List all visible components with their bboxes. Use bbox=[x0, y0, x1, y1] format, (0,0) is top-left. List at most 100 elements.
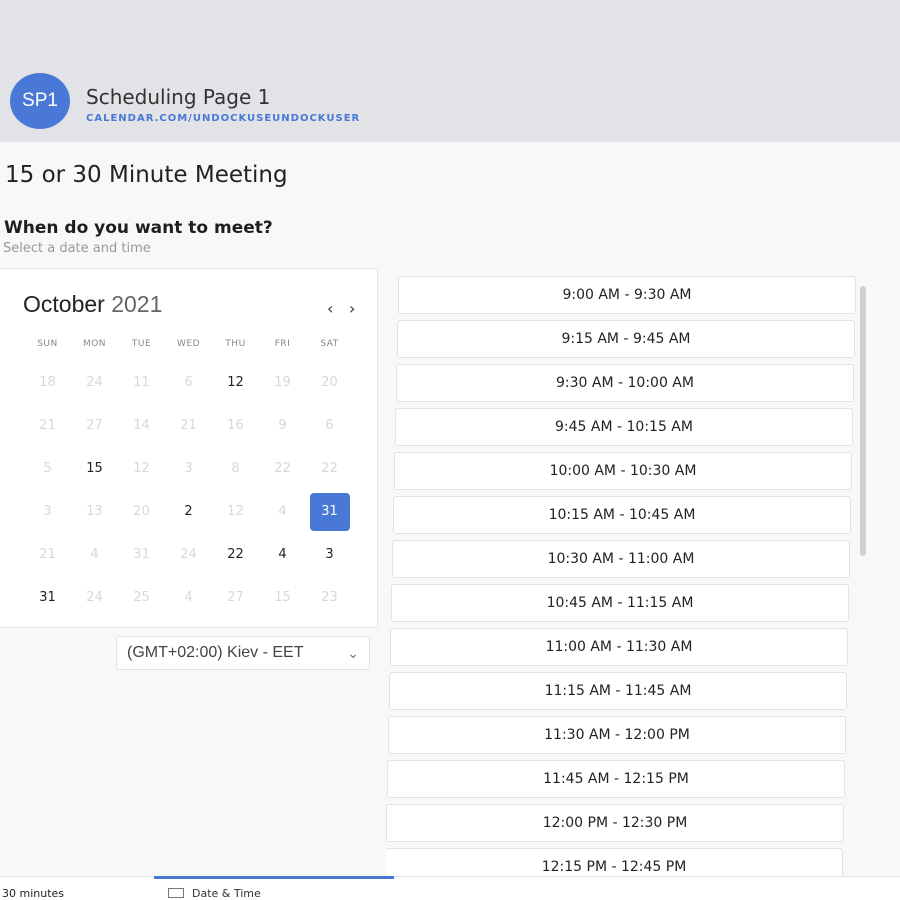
calendar-day-number: 16 bbox=[227, 418, 244, 433]
time-slot-button[interactable]: 9:30 AM - 10:00 AM bbox=[396, 364, 854, 402]
step-label: Date & Time bbox=[192, 887, 261, 900]
meeting-duration: 30 minutes bbox=[2, 887, 65, 900]
calendar-day-number: 4 bbox=[278, 547, 287, 562]
calendar-year: 2021 bbox=[111, 291, 163, 317]
time-slot-button[interactable]: 11:30 AM - 12:00 PM bbox=[388, 716, 846, 754]
calendar-day: 3 bbox=[165, 449, 212, 489]
calendar-day[interactable]: 22 bbox=[212, 535, 259, 575]
meeting-subprompt: Select a date and time bbox=[3, 241, 151, 256]
calendar-day[interactable]: 4 bbox=[259, 535, 306, 575]
chevron-right-icon[interactable]: › bbox=[349, 299, 355, 318]
calendar-day-number: 6 bbox=[184, 375, 193, 390]
calendar-day: 27 bbox=[212, 578, 259, 618]
calendar-day: 20 bbox=[118, 492, 165, 532]
calendar-day-number: 20 bbox=[133, 504, 150, 519]
time-slot-button[interactable]: 11:45 AM - 12:15 PM bbox=[387, 760, 845, 798]
calendar-day: 6 bbox=[165, 363, 212, 403]
calendar-day: 21 bbox=[165, 406, 212, 446]
calendar-day-number: 25 bbox=[133, 590, 150, 605]
calendar-day[interactable]: 15 bbox=[71, 449, 118, 489]
page-title: Scheduling Page 1 bbox=[86, 85, 271, 109]
calendar-day-number: 22 bbox=[321, 461, 338, 476]
calendar-day-number: 31 bbox=[39, 590, 56, 605]
calendar-day-number: 2 bbox=[184, 504, 193, 519]
weekday-label: THU bbox=[225, 339, 246, 349]
step-date-time[interactable]: Date & Time bbox=[168, 887, 261, 900]
avatar: SP1 bbox=[10, 73, 70, 129]
calendar-day-number: 9 bbox=[278, 418, 287, 433]
calendar-day: 15 bbox=[259, 578, 306, 618]
calendar-day: 14 bbox=[118, 406, 165, 446]
calendar-day-number: 15 bbox=[274, 590, 291, 605]
calendar-day-number: 3 bbox=[184, 461, 193, 476]
calendar-day: 25 bbox=[118, 578, 165, 618]
calendar-day-number: 3 bbox=[325, 547, 334, 562]
calendar-day-number: 3 bbox=[43, 504, 52, 519]
calendar-day-number: 6 bbox=[325, 418, 334, 433]
chevron-left-icon[interactable]: ‹ bbox=[327, 299, 333, 318]
calendar-day: 16 bbox=[212, 406, 259, 446]
calendar-day-number: 21 bbox=[39, 418, 56, 433]
calendar-day-number: 12 bbox=[133, 461, 150, 476]
calendar-day: 5 bbox=[24, 449, 71, 489]
calendar-day: 31 bbox=[118, 535, 165, 575]
calendar-day-number: 4 bbox=[90, 547, 99, 562]
meeting-prompt: When do you want to meet? bbox=[4, 218, 273, 238]
calendar-day-number: 12 bbox=[227, 375, 244, 390]
calendar-day: 13 bbox=[71, 492, 118, 532]
calendar-day-number: 21 bbox=[180, 418, 197, 433]
page-url[interactable]: CALENDAR.COM/UNDOCKUSEUNDOCKUSER bbox=[86, 113, 360, 124]
time-slot-button[interactable]: 10:00 AM - 10:30 AM bbox=[394, 452, 852, 490]
calendar-day[interactable]: 31 bbox=[24, 578, 71, 618]
calendar-month-year: October 2021 bbox=[23, 291, 162, 318]
time-slot-button[interactable]: 10:30 AM - 11:00 AM bbox=[392, 540, 850, 578]
calendar-day-number: 24 bbox=[180, 547, 197, 562]
calendar-day-number: 4 bbox=[184, 590, 193, 605]
weekday-label: TUE bbox=[131, 339, 152, 349]
calendar-day[interactable]: 3 bbox=[306, 535, 353, 575]
time-slot-button[interactable]: 10:15 AM - 10:45 AM bbox=[393, 496, 851, 534]
time-slot-button[interactable]: 9:45 AM - 10:15 AM bbox=[395, 408, 853, 446]
weekday-label: MON bbox=[82, 339, 107, 349]
calendar-day: 11 bbox=[118, 363, 165, 403]
calendar-day: 4 bbox=[259, 492, 306, 532]
calendar-day-number: 22 bbox=[274, 461, 291, 476]
calendar-day-number: 15 bbox=[86, 461, 103, 476]
calendar-day: 20 bbox=[306, 363, 353, 403]
calendar-day: 3 bbox=[24, 492, 71, 532]
calendar-day: 22 bbox=[259, 449, 306, 489]
calendar-day-number: 13 bbox=[86, 504, 103, 519]
calendar-day[interactable]: 2 bbox=[165, 492, 212, 532]
calendar-day-number: 12 bbox=[227, 504, 244, 519]
time-slot-button[interactable]: 12:00 PM - 12:30 PM bbox=[386, 804, 844, 842]
calendar-day: 24 bbox=[71, 578, 118, 618]
meeting-title: 15 or 30 Minute Meeting bbox=[5, 162, 288, 188]
time-slot-list: 9:00 AM - 9:30 AM 9:15 AM - 9:45 AM 9:30 A… bbox=[386, 276, 856, 886]
chevron-down-icon: ⌄ bbox=[347, 645, 359, 661]
calendar-day: 24 bbox=[71, 363, 118, 403]
calendar-day: 4 bbox=[71, 535, 118, 575]
calendar-day-number: 20 bbox=[321, 375, 338, 390]
calendar-day-number: 18 bbox=[39, 375, 56, 390]
calendar-day: 21 bbox=[24, 535, 71, 575]
calendar-day: 27 bbox=[71, 406, 118, 446]
calendar-day-number: 24 bbox=[86, 590, 103, 605]
time-slot-button[interactable]: 9:00 AM - 9:30 AM bbox=[398, 276, 856, 314]
calendar-day-number: 31 bbox=[133, 547, 150, 562]
calendar-day: 4 bbox=[165, 578, 212, 618]
time-slot-scrollbar[interactable] bbox=[860, 286, 866, 556]
time-slot-button[interactable]: 10:45 AM - 11:15 AM bbox=[391, 584, 849, 622]
time-slot-button[interactable]: 11:00 AM - 11:30 AM bbox=[390, 628, 848, 666]
time-slot-button[interactable]: 11:15 AM - 11:45 AM bbox=[389, 672, 847, 710]
calendar-day: 21 bbox=[24, 406, 71, 446]
timezone-select[interactable]: (GMT+02:00) Kiev - EET ⌄ bbox=[116, 636, 370, 670]
time-slot-button[interactable]: 9:15 AM - 9:45 AM bbox=[397, 320, 855, 358]
calendar-day-number: 23 bbox=[321, 590, 338, 605]
calendar-day: 9 bbox=[259, 406, 306, 446]
calendar-day: 18 bbox=[24, 363, 71, 403]
calendar-day-number: 24 bbox=[86, 375, 103, 390]
weekday-label: FRI bbox=[274, 339, 291, 349]
calendar-day[interactable]: 12 bbox=[212, 363, 259, 403]
calendar-day-selected[interactable]: 31 bbox=[306, 492, 353, 532]
calendar-day: 24 bbox=[165, 535, 212, 575]
